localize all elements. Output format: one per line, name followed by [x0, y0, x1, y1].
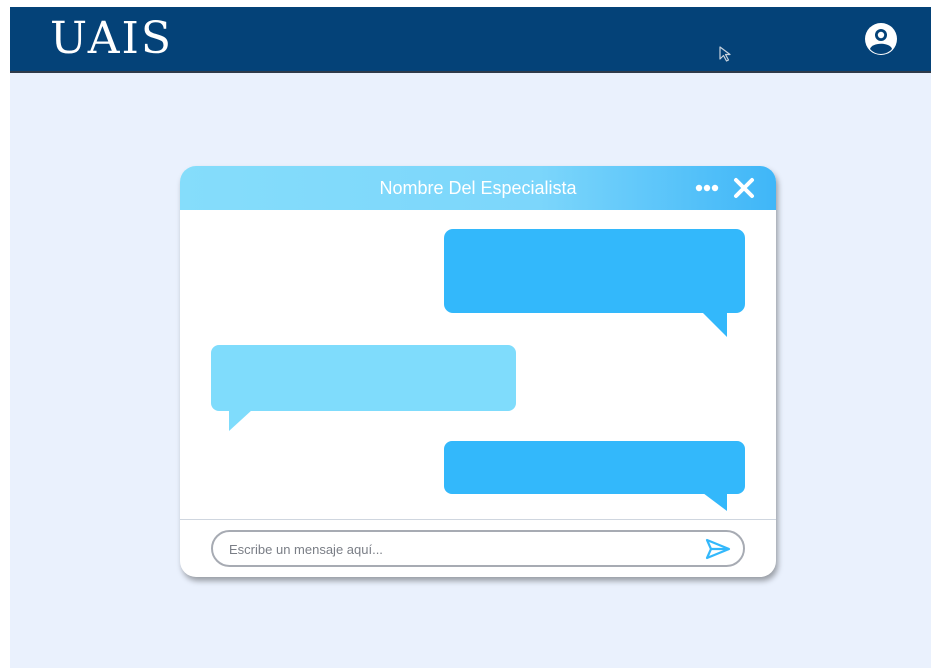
message-composer [211, 530, 745, 567]
composer-divider [180, 519, 776, 520]
close-icon[interactable] [733, 177, 755, 199]
message-bubble-sent [444, 441, 746, 513]
chat-window: Nombre Del Especialista [180, 166, 776, 577]
mouse-cursor-icon [719, 46, 731, 62]
more-horizontal-icon[interactable] [695, 183, 719, 193]
user-circle-icon[interactable] [863, 21, 899, 57]
page: UAIS Nombre Del Especialista [10, 7, 931, 668]
chat-title: Nombre Del Especialista [379, 178, 577, 198]
uais-logo[interactable]: UAIS [50, 13, 173, 65]
send-icon[interactable] [705, 538, 731, 560]
top-header: UAIS [10, 7, 931, 73]
message-input[interactable] [229, 538, 689, 560]
message-bubble-received [211, 345, 517, 433]
message-bubble-sent [444, 229, 746, 339]
chat-header: Nombre Del Especialista [180, 166, 776, 210]
